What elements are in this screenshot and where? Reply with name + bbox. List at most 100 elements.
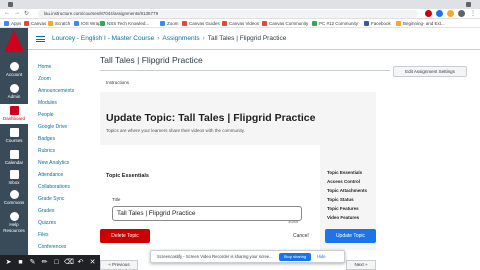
url-field[interactable]: lau.instructure.com/courses/87044/assign… bbox=[38, 10, 418, 18]
bookmark-icon bbox=[364, 21, 369, 26]
section-link[interactable]: Topic Status bbox=[327, 197, 354, 202]
course-nav-item[interactable]: Conferences bbox=[38, 244, 66, 250]
course-nav-item[interactable]: People bbox=[38, 112, 54, 118]
extension-icon[interactable] bbox=[425, 10, 432, 17]
profile-avatar[interactable] bbox=[458, 10, 465, 17]
edit-assignment-settings-button[interactable]: Edit Assignment Settings bbox=[393, 66, 467, 77]
embed-subheading: Topics are where your learners share the… bbox=[106, 128, 245, 133]
bookmark-item[interactable]: IOS Wrap bbox=[74, 20, 101, 27]
eraser-icon[interactable]: ⌫ bbox=[64, 258, 74, 267]
bookmark-item[interactable]: Canvas Community bbox=[262, 20, 308, 27]
edit-settings-label: Edit Assignment Settings bbox=[405, 69, 455, 74]
title-field-label: Title bbox=[112, 197, 121, 202]
back-icon[interactable]: ← bbox=[4, 10, 10, 16]
pen-icon[interactable]: ✎ bbox=[28, 258, 37, 267]
commons-icon bbox=[9, 190, 19, 199]
breadcrumb-course[interactable]: Lourcey - English I - Master Course bbox=[52, 35, 154, 42]
close-icon[interactable]: ✕ bbox=[88, 258, 97, 267]
tab-icon[interactable] bbox=[8, 2, 13, 7]
bookmark-item[interactable]: Canvas Guides bbox=[182, 20, 220, 27]
section-link[interactable]: Topic Features bbox=[327, 206, 359, 211]
screen-sharing-banner: Screencastify - Screen Video Recorder is… bbox=[150, 250, 345, 263]
forward-icon[interactable]: → bbox=[14, 10, 20, 16]
dashboard-icon bbox=[9, 106, 19, 115]
topic-essentials-heading: Topic Essentials bbox=[106, 173, 149, 179]
bookmark-item[interactable]: Facebook bbox=[364, 20, 391, 27]
course-nav-item[interactable]: Grade Sync bbox=[38, 196, 64, 202]
bookmark-item[interactable]: Zoom bbox=[160, 20, 179, 27]
global-nav-help[interactable]: Help Resources bbox=[0, 212, 28, 234]
bookmark-item[interactable]: NSS Tech Knowled... bbox=[100, 20, 149, 27]
bookmark-item[interactable]: Canvas bbox=[24, 20, 46, 27]
course-nav-item[interactable]: New Analytics bbox=[38, 160, 69, 166]
next-button[interactable]: Next » bbox=[346, 260, 376, 270]
course-nav-item[interactable]: Google Drive bbox=[38, 124, 67, 130]
course-nav-item[interactable]: Collaborations bbox=[38, 184, 70, 190]
drawing-toolbar: ➤ ■ ✎ ✏ □ ⌫ ↶ ✕ bbox=[0, 255, 100, 270]
course-nav-item[interactable]: Zoom bbox=[38, 76, 51, 82]
global-nav-courses[interactable]: Courses bbox=[0, 128, 28, 143]
bookmark-icon bbox=[262, 21, 267, 26]
course-nav-item[interactable]: Announcements bbox=[38, 88, 74, 94]
bookmark-icon bbox=[4, 21, 9, 26]
highlighter-icon[interactable]: ✏ bbox=[40, 258, 49, 267]
breadcrumb-assignments[interactable]: Assignments bbox=[162, 35, 199, 42]
account-icon bbox=[9, 62, 19, 71]
section-link[interactable]: Topic Essentials bbox=[327, 170, 362, 175]
global-nav-inbox[interactable]: Inbox bbox=[0, 170, 28, 185]
course-nav-item[interactable]: Attendance bbox=[38, 172, 63, 178]
course-nav-item[interactable]: Badges bbox=[38, 136, 55, 142]
section-link[interactable]: Topic Attachments bbox=[327, 188, 367, 193]
bookmark-item[interactable]: Beginning- and Ext... bbox=[396, 20, 445, 27]
embed-heading: Update Topic: Tall Tales | Flipgrid Prac… bbox=[106, 112, 316, 124]
browser-menu-icon[interactable]: ⋮ bbox=[470, 10, 476, 17]
window-control-icon[interactable] bbox=[466, 2, 471, 7]
breadcrumb: Lourcey - English I - Master Course › Assi… bbox=[52, 35, 286, 42]
hide-button[interactable]: Hide bbox=[317, 254, 326, 259]
delete-topic-button[interactable]: Delete Topic bbox=[100, 229, 150, 243]
course-nav-item[interactable]: Files bbox=[38, 232, 49, 238]
bookmark-icon bbox=[396, 21, 401, 26]
canvas-logo[interactable] bbox=[4, 30, 24, 52]
instructions-label: Instructions bbox=[106, 80, 130, 85]
update-topic-button[interactable]: Update Topic bbox=[325, 229, 376, 243]
sharing-message: Screencastify - Screen Video Recorder is… bbox=[157, 254, 273, 259]
character-count: 30/85 bbox=[288, 219, 299, 224]
global-nav-commons[interactable]: Commons bbox=[0, 190, 28, 205]
rectangle-icon[interactable]: □ bbox=[52, 258, 61, 267]
course-navigation: Home Zoom Announcements Modules People G… bbox=[28, 50, 96, 260]
course-nav-item[interactable]: Quizzes bbox=[38, 220, 56, 226]
section-link[interactable]: Access Control bbox=[327, 179, 360, 184]
stop-icon[interactable]: ■ bbox=[16, 258, 25, 267]
course-nav-item[interactable]: Home bbox=[38, 64, 51, 70]
global-nav-account[interactable]: Account bbox=[0, 62, 28, 77]
cancel-button[interactable]: Cancel bbox=[293, 233, 309, 239]
global-nav-calendar[interactable]: Calendar bbox=[0, 150, 28, 165]
bookmark-item[interactable]: Scratch bbox=[48, 20, 70, 27]
inbox-icon bbox=[9, 170, 19, 179]
course-nav-item[interactable]: Modules bbox=[38, 100, 57, 106]
breadcrumb-current: Tall Tales | Flipgrid Practice bbox=[207, 35, 287, 42]
stop-sharing-button[interactable]: Stop sharing bbox=[279, 253, 311, 261]
bookmark-item[interactable]: PC #12 Community bbox=[312, 20, 358, 27]
calendar-icon bbox=[9, 150, 19, 159]
bookmark-icon bbox=[222, 21, 227, 26]
browser-tab-strip bbox=[0, 0, 480, 9]
address-bar-row: ← → ↻ lau.instructure.com/courses/87044/… bbox=[0, 9, 480, 19]
course-nav-item[interactable]: Rubrics bbox=[38, 148, 55, 154]
hamburger-menu-icon[interactable] bbox=[36, 36, 45, 42]
reload-icon[interactable]: ↻ bbox=[24, 10, 29, 17]
breadcrumb-bar: Lourcey - English I - Master Course › Assi… bbox=[28, 28, 480, 50]
previous-button[interactable]: « Previous bbox=[100, 260, 138, 270]
bookmark-item[interactable]: Canvas Videos bbox=[222, 20, 259, 27]
undo-icon[interactable]: ↶ bbox=[76, 258, 85, 267]
course-nav-item[interactable]: Grades bbox=[38, 208, 54, 214]
extension-icon[interactable] bbox=[447, 10, 454, 17]
topic-title-input[interactable] bbox=[112, 206, 302, 221]
section-link[interactable]: Video Features bbox=[327, 215, 359, 220]
bookmark-item[interactable]: Apps bbox=[4, 20, 21, 27]
cursor-icon[interactable]: ➤ bbox=[4, 258, 13, 267]
extension-icon[interactable] bbox=[436, 10, 443, 17]
global-nav-admin[interactable]: Admin bbox=[0, 84, 28, 99]
global-nav-dashboard[interactable]: Dashboard bbox=[0, 104, 28, 124]
